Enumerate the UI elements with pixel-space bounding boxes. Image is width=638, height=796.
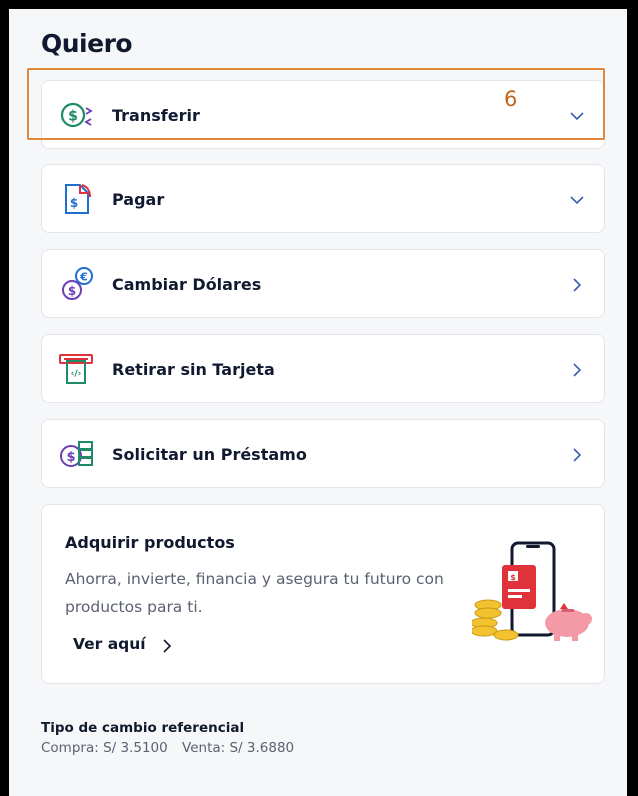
ver-aqui-link[interactable]: Ver aquí — [73, 635, 146, 653]
menu-item-pagar[interactable]: $ Pagar — [41, 164, 605, 233]
chevron-right-icon[interactable] — [568, 276, 586, 294]
promo-card[interactable]: Adquirir productos Ahorra, invierte, fin… — [41, 504, 605, 684]
promo-title: Adquirir productos — [65, 533, 235, 552]
menu-item-label: Solicitar un Préstamo — [112, 445, 307, 464]
loan-icon: $ — [60, 441, 93, 467]
menu-item-solicitar-prestamo[interactable]: $ Solicitar un Préstamo — [41, 419, 605, 488]
svg-text:$: $ — [66, 450, 75, 465]
menu-item-label: Retirar sin Tarjeta — [112, 360, 275, 379]
bill-payment-icon: $ — [65, 184, 91, 214]
chevron-right-icon[interactable] — [568, 361, 586, 379]
svg-text:$: $ — [510, 573, 516, 582]
menu-item-cambiar-dolares[interactable]: $ € Cambiar Dólares — [41, 249, 605, 318]
venta-rate: Venta: S/ 3.6880 — [182, 740, 295, 756]
exchange-rate-title: Tipo de cambio referencial — [41, 720, 245, 736]
promo-description: Ahorra, invierte, financia y asegura tu … — [65, 570, 444, 616]
svg-text:$: $ — [70, 196, 78, 210]
svg-text:€: € — [79, 271, 88, 284]
cardless-withdrawal-icon: ‹/› — [59, 354, 93, 384]
menu-item-label: Pagar — [112, 190, 165, 209]
products-illustration: $ — [472, 541, 592, 641]
chevron-right-icon[interactable] — [568, 446, 586, 464]
compra-rate: Compra: S/ 3.5100 — [41, 740, 168, 756]
annotation-badge: 6 — [504, 87, 518, 111]
menu-item-label: Cambiar Dólares — [112, 275, 262, 294]
currency-exchange-icon: $ € — [62, 267, 93, 300]
annotation-highlight — [27, 68, 605, 140]
svg-text:$: $ — [68, 284, 76, 298]
menu-item-retirar-sin-tarjeta[interactable]: ‹/› Retirar sin Tarjeta — [41, 334, 605, 403]
page-title: Quiero — [41, 29, 133, 58]
chevron-down-icon[interactable] — [568, 191, 586, 209]
chevron-right-icon[interactable] — [160, 638, 174, 654]
exchange-rate-values: Compra: S/ 3.5100 Venta: S/ 3.6880 — [41, 740, 304, 756]
svg-text:‹/›: ‹/› — [71, 369, 82, 379]
